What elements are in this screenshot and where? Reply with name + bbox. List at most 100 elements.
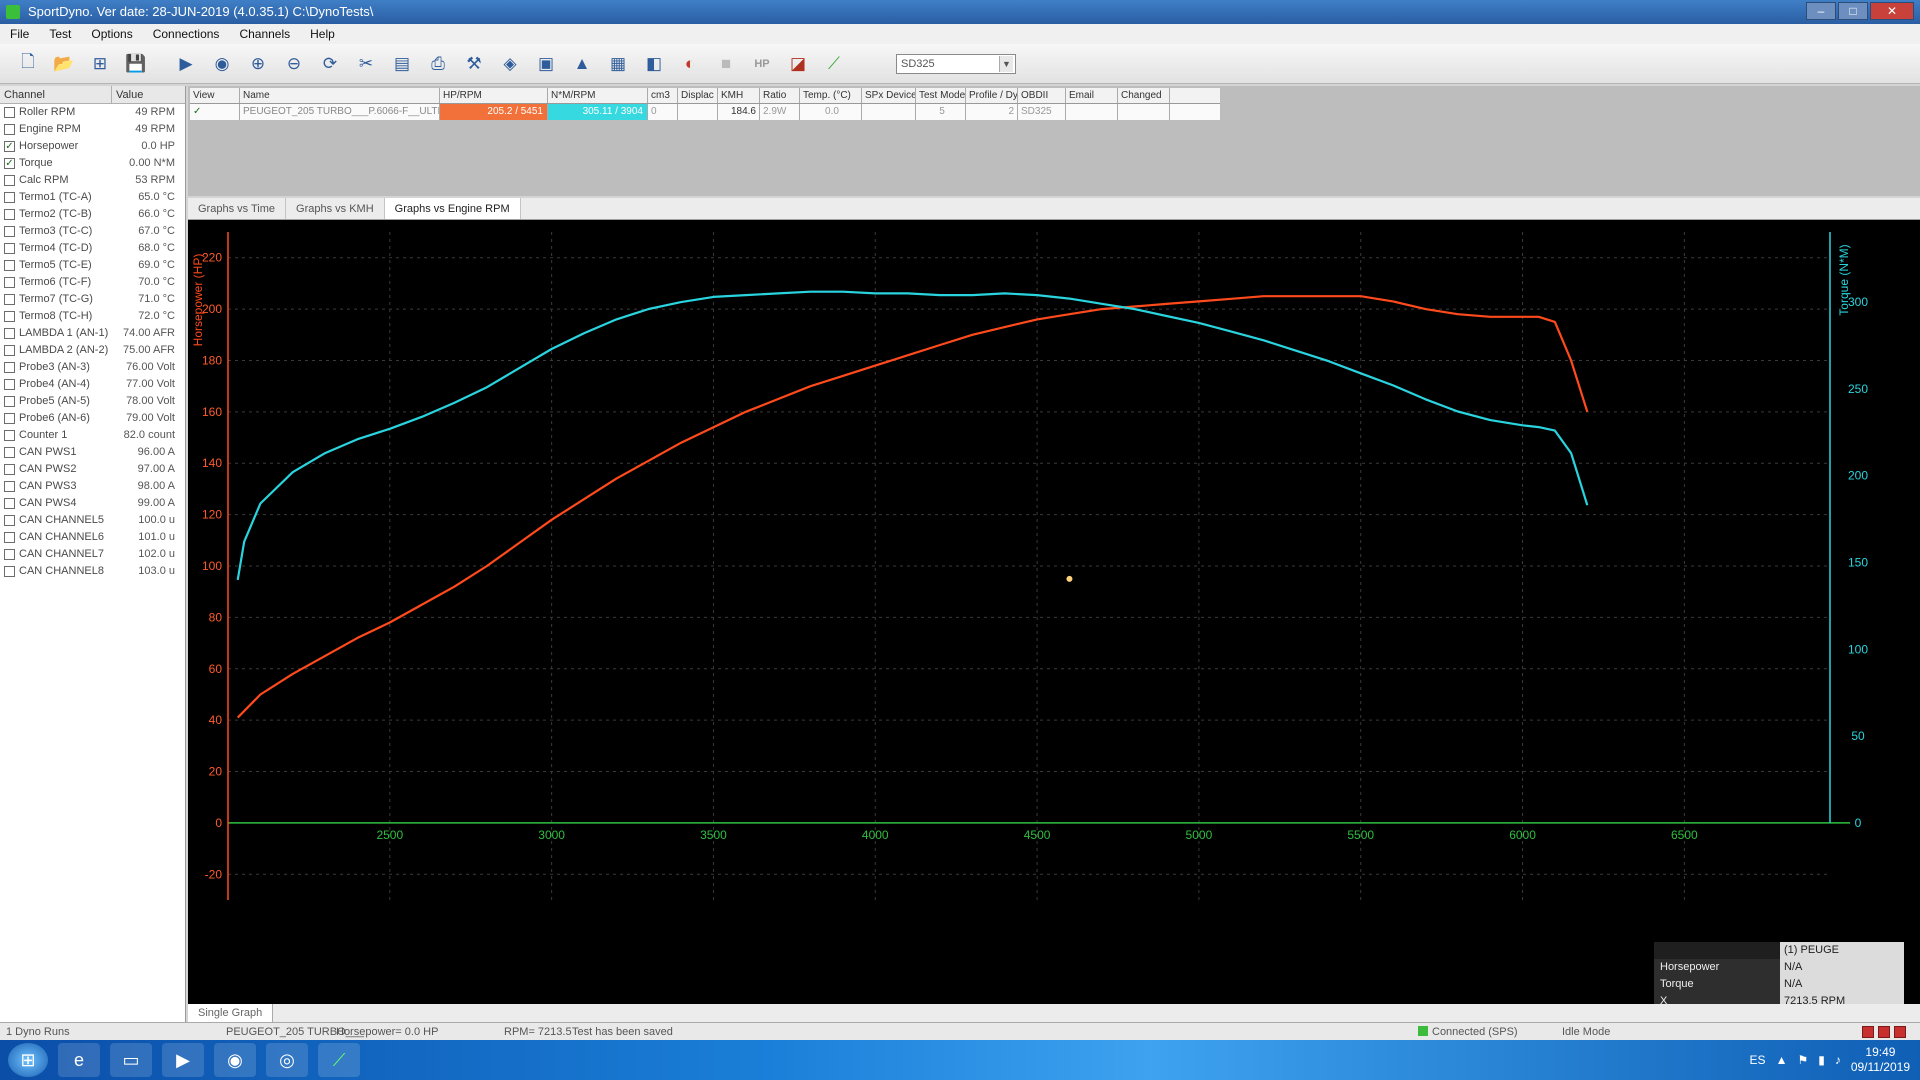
flag-icon[interactable] [1894, 1026, 1906, 1038]
col-ratio[interactable]: Ratio [760, 88, 800, 103]
firefox-icon[interactable]: ◎ [266, 1043, 308, 1077]
channel-row[interactable]: Calc RPM 53 RPM [0, 172, 185, 189]
monitor-icon[interactable]: ▣ [532, 50, 560, 78]
channel-checkbox[interactable] [4, 515, 15, 526]
col-hp-rpm[interactable]: HP/RPM [440, 88, 548, 103]
channel-row[interactable]: ✓ Torque 0.00 N*M [0, 155, 185, 172]
channel-row[interactable]: CAN CHANNEL5 100.0 u [0, 512, 185, 529]
blank-icon[interactable]: ■ [712, 50, 740, 78]
channel-row[interactable]: Engine RPM 49 RPM [0, 121, 185, 138]
channel-row[interactable]: Probe3 (AN-3) 76.00 Volt [0, 359, 185, 376]
start-icon[interactable]: ⊞ [8, 1043, 48, 1077]
device-select[interactable]: SD325 ▼ [896, 53, 1016, 74]
col-obd[interactable]: OBDII [1018, 88, 1066, 103]
col-kmh[interactable]: KMH [718, 88, 760, 103]
channel-checkbox[interactable] [4, 532, 15, 543]
channel-checkbox[interactable] [4, 413, 15, 424]
channel-row[interactable]: Probe6 (AN-6) 79.00 Volt [0, 410, 185, 427]
channel-checkbox[interactable] [4, 345, 15, 356]
col-changed[interactable]: Changed [1118, 88, 1170, 103]
tools-icon[interactable]: ⚒ [460, 50, 488, 78]
run-row[interactable]: ✓ PEUGEOT_205 TURBO___P.6066-F__ULTIMA 1… [190, 104, 1220, 120]
line-icon[interactable]: ⟋ [820, 50, 848, 78]
channel-checkbox[interactable] [4, 566, 15, 577]
channel-checkbox[interactable] [4, 498, 15, 509]
media-icon[interactable]: ▶ [162, 1043, 204, 1077]
sportdyno-icon[interactable]: ⟋ [318, 1043, 360, 1077]
channel-checkbox[interactable] [4, 277, 15, 288]
channel-checkbox[interactable] [4, 396, 15, 407]
channel-checkbox[interactable] [4, 124, 15, 135]
maximize-button[interactable]: □ [1838, 2, 1868, 20]
channel-row[interactable]: Termo3 (TC-C) 67.0 °C [0, 223, 185, 240]
channel-checkbox[interactable] [4, 192, 15, 203]
col-email[interactable]: Email [1066, 88, 1118, 103]
channel-checkbox[interactable] [4, 481, 15, 492]
chrome-icon[interactable]: ◉ [214, 1043, 256, 1077]
channel-checkbox[interactable]: ✓ [4, 158, 15, 169]
folder-icon[interactable]: ▭ [110, 1043, 152, 1077]
channel-checkbox[interactable] [4, 430, 15, 441]
channel-checkbox[interactable] [4, 175, 15, 186]
tab-graphs-vs-engine-rpm[interactable]: Graphs vs Engine RPM [384, 198, 521, 219]
channel-row[interactable]: CAN PWS4 99.00 A [0, 495, 185, 512]
menu-file[interactable]: File [0, 24, 39, 44]
channel-checkbox[interactable] [4, 447, 15, 458]
close-button[interactable]: ✕ [1870, 2, 1914, 20]
channel-checkbox[interactable]: ✓ [4, 141, 15, 152]
channel-row[interactable]: Termo2 (TC-B) 66.0 °C [0, 206, 185, 223]
warning-icon[interactable]: ▲ [568, 50, 596, 78]
channel-checkbox[interactable] [4, 362, 15, 373]
chevron-up-icon[interactable]: ▲ [1776, 1053, 1788, 1067]
channel-row[interactable]: Probe4 (AN-4) 77.00 Volt [0, 376, 185, 393]
pressure-icon[interactable]: ◐ [676, 50, 704, 78]
channel-row[interactable]: Roller RPM 49 RPM [0, 104, 185, 121]
refresh-icon[interactable]: ⟳ [316, 50, 344, 78]
language-indicator[interactable]: ES [1750, 1053, 1766, 1067]
col-nm-rpm[interactable]: N*M/RPM [548, 88, 648, 103]
menu-options[interactable]: Options [81, 24, 142, 44]
col-device[interactable]: SPx Device [862, 88, 916, 103]
channel-row[interactable]: Termo1 (TC-A) 65.0 °C [0, 189, 185, 206]
zoom-out-icon[interactable]: ⊖ [280, 50, 308, 78]
channel-row[interactable]: Termo8 (TC-H) 72.0 °C [0, 308, 185, 325]
channel-row[interactable]: LAMBDA 2 (AN-2) 75.00 AFR [0, 342, 185, 359]
col-name[interactable]: Name [240, 88, 440, 103]
channel-row[interactable]: Counter 1 82.0 count [0, 427, 185, 444]
panel-icon[interactable]: ▦ [604, 50, 632, 78]
channel-checkbox[interactable] [4, 243, 15, 254]
channel-checkbox[interactable] [4, 311, 15, 322]
col-temp[interactable]: Temp. (°C) [800, 88, 862, 103]
hp-icon[interactable]: HP [748, 50, 776, 78]
channel-row[interactable]: Termo5 (TC-E) 69.0 °C [0, 257, 185, 274]
menu-help[interactable]: Help [300, 24, 345, 44]
speaker-icon[interactable]: ♪ [1835, 1053, 1841, 1067]
new-file-icon[interactable]: 🗋 [14, 50, 42, 78]
channel-row[interactable]: ✓ Horsepower 0.0 HP [0, 138, 185, 155]
channel-checkbox[interactable] [4, 328, 15, 339]
chevron-down-icon[interactable]: ▼ [999, 55, 1013, 72]
gauge-icon[interactable]: ◧ [640, 50, 668, 78]
menu-connections[interactable]: Connections [143, 24, 230, 44]
channel-row[interactable]: CAN CHANNEL7 102.0 u [0, 546, 185, 563]
channel-row[interactable]: Termo6 (TC-F) 70.0 °C [0, 274, 185, 291]
channel-row[interactable]: CAN CHANNEL8 103.0 u [0, 563, 185, 580]
channel-checkbox[interactable] [4, 209, 15, 220]
chart-icon[interactable]: ◈ [496, 50, 524, 78]
tree-icon[interactable]: ⊞ [86, 50, 114, 78]
channel-checkbox[interactable] [4, 379, 15, 390]
col-displac[interactable]: Displac [678, 88, 718, 103]
channel-checkbox[interactable] [4, 226, 15, 237]
channel-checkbox[interactable] [4, 464, 15, 475]
tab-graphs-vs-kmh[interactable]: Graphs vs KMH [286, 198, 385, 219]
channel-checkbox[interactable] [4, 549, 15, 560]
run-view-check[interactable]: ✓ [190, 104, 240, 120]
channel-row[interactable]: Termo7 (TC-G) 71.0 °C [0, 291, 185, 308]
printer-icon[interactable]: ⎙ [424, 50, 452, 78]
ie-icon[interactable]: e [58, 1043, 100, 1077]
channel-row[interactable]: CAN CHANNEL6 101.0 u [0, 529, 185, 546]
open-folder-icon[interactable]: 📂 [50, 50, 78, 78]
clock[interactable]: 19:49 09/11/2019 [1851, 1045, 1910, 1075]
document-icon[interactable]: ▤ [388, 50, 416, 78]
flag-icon[interactable] [1862, 1026, 1874, 1038]
